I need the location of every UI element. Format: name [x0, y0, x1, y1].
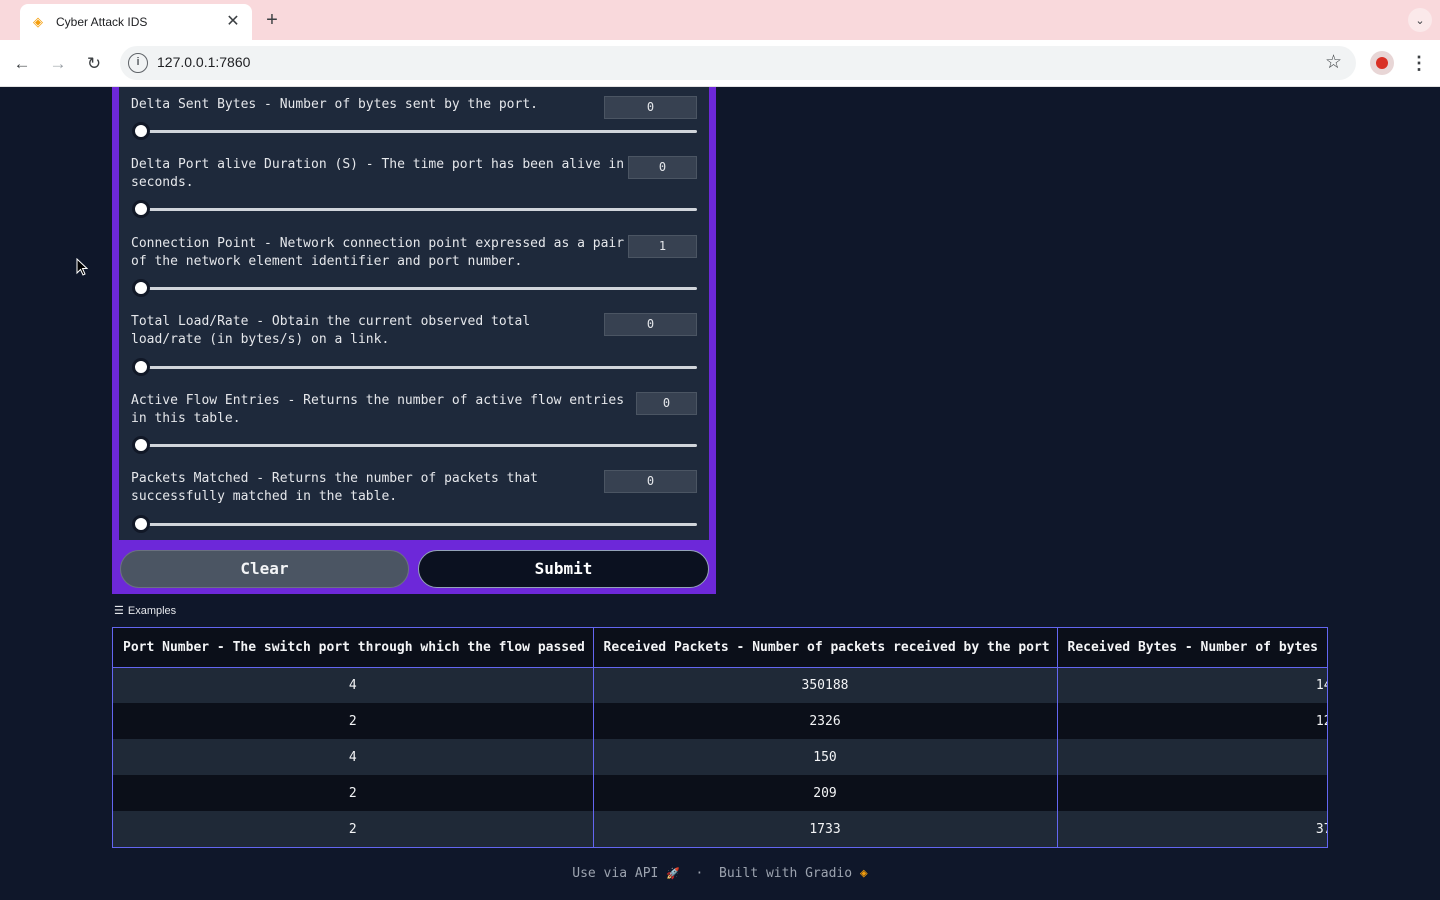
cell-received-packets[interactable]: 350188 — [593, 667, 1058, 703]
cell-port-number[interactable]: 2 — [113, 775, 594, 811]
delta-port-alive-duration-slider-track[interactable] — [141, 208, 697, 211]
cell-received-packets[interactable]: 150 — [593, 739, 1058, 775]
delta-sent-bytes-slider-track[interactable] — [141, 130, 697, 133]
cell-received-bytes[interactable]: 37865130 — [1057, 811, 1327, 847]
use-via-api-link[interactable]: Use via API — [572, 866, 658, 881]
cell-port-number[interactable]: 2 — [113, 811, 594, 847]
site-info-icon[interactable]: i — [128, 53, 148, 73]
footer-separator: · — [695, 866, 704, 881]
cell-received-packets[interactable]: 209 — [593, 775, 1058, 811]
built-with-gradio-link[interactable]: Built with Gradio — [719, 866, 852, 881]
footer: Use via API 🚀 · Built with Gradio ◈ — [0, 866, 1440, 881]
example-row[interactable]: 4 350188 14877116 — [113, 667, 1327, 703]
bookmark-star-icon[interactable]: ☆ — [1325, 51, 1342, 74]
delta-sent-bytes-slider-handle[interactable] — [132, 122, 150, 140]
example-row[interactable]: 2 209 20671 — [113, 775, 1327, 811]
browser-tab-strip: ◈ Cyber Attack IDS ✕ + ⌄ — [0, 0, 1440, 40]
column-header-received-packets: Received Packets - Number of packets rec… — [593, 628, 1058, 668]
cell-port-number[interactable]: 4 — [113, 667, 594, 703]
list-icon: ☰ — [114, 605, 124, 617]
url-text[interactable]: 127.0.0.1:7860 — [157, 54, 250, 70]
delta-sent-bytes-input[interactable]: 0 — [604, 96, 697, 119]
cell-received-bytes[interactable]: 19774 — [1057, 739, 1327, 775]
total-load-rate-slider-track[interactable] — [141, 366, 697, 369]
examples-header: ☰ Examples — [114, 604, 177, 618]
browser-tab[interactable]: ◈ Cyber Attack IDS ✕ — [20, 4, 252, 40]
mouse-cursor-icon — [76, 258, 88, 276]
connection-point-label: Connection Point - Network connection po… — [131, 236, 625, 269]
browser-menu-icon[interactable]: ⋮ — [1409, 51, 1429, 75]
tab-title: Cyber Attack IDS — [56, 15, 148, 29]
cell-received-bytes[interactable]: 20671 — [1057, 775, 1327, 811]
examples-label: Examples — [127, 604, 177, 617]
total-load-rate-slider-handle[interactable] — [132, 358, 150, 376]
example-row[interactable]: 2 1733 37865130 — [113, 811, 1327, 847]
column-header-port-number: Port Number - The switch port through wh… — [113, 628, 594, 668]
column-header-received-bytes: Received Bytes - Number of bytes receive… — [1057, 628, 1327, 668]
clear-button[interactable]: Clear — [120, 550, 409, 588]
forward-button[interactable]: → — [46, 52, 70, 76]
address-bar[interactable]: i 127.0.0.1:7860 ☆ — [120, 46, 1356, 80]
submit-button[interactable]: Submit — [418, 550, 709, 588]
delta-port-alive-duration-label: Delta Port alive Duration (S) - The time… — [131, 157, 625, 190]
reload-button[interactable]: ↻ — [82, 52, 106, 76]
packets-matched-input[interactable]: 0 — [604, 470, 697, 493]
example-row[interactable]: 4 150 19774 — [113, 739, 1327, 775]
active-flow-entries-slider-handle[interactable] — [132, 436, 150, 454]
cell-received-packets[interactable]: 1733 — [593, 811, 1058, 847]
delta-port-alive-duration-slider-handle[interactable] — [132, 200, 150, 218]
active-flow-entries-label: Active Flow Entries - Returns the number… — [131, 393, 625, 426]
cell-received-packets[interactable]: 2326 — [593, 703, 1058, 739]
gradio-logo-icon: ◈ — [859, 866, 868, 881]
cell-received-bytes[interactable]: 14877116 — [1057, 667, 1327, 703]
profile-avatar[interactable] — [1370, 51, 1394, 75]
cell-received-bytes[interactable]: 12856942 — [1057, 703, 1327, 739]
packets-matched-slider-track[interactable] — [141, 523, 697, 526]
close-tab-icon[interactable]: ✕ — [224, 13, 242, 31]
examples-table: Port Number - The switch port through wh… — [112, 627, 1328, 848]
new-tab-button[interactable]: + — [262, 9, 282, 31]
rocket-icon: 🚀 — [666, 867, 680, 880]
tab-search-icon[interactable]: ⌄ — [1408, 8, 1432, 32]
active-flow-entries-slider-track[interactable] — [141, 444, 697, 447]
delta-port-alive-duration-input[interactable]: 0 — [628, 156, 697, 179]
cell-port-number[interactable]: 4 — [113, 739, 594, 775]
total-load-rate-input[interactable]: 0 — [604, 313, 697, 336]
back-button[interactable]: ← — [10, 52, 34, 76]
connection-point-slider-handle[interactable] — [132, 279, 150, 297]
browser-toolbar: ← → ↻ i 127.0.0.1:7860 ☆ ⋮ — [0, 40, 1440, 87]
delta-sent-bytes-label: Delta Sent Bytes - Number of bytes sent … — [131, 97, 538, 112]
packets-matched-label: Packets Matched - Returns the number of … — [131, 471, 538, 504]
packets-matched-slider-handle[interactable] — [132, 515, 150, 533]
connection-point-input[interactable]: 1 — [628, 235, 697, 258]
total-load-rate-label: Total Load/Rate - Obtain the current obs… — [131, 314, 531, 347]
gradio-favicon-icon: ◈ — [33, 14, 43, 29]
example-row[interactable]: 2 2326 12856942 — [113, 703, 1327, 739]
active-flow-entries-input[interactable]: 0 — [636, 392, 697, 415]
cell-port-number[interactable]: 2 — [113, 703, 594, 739]
profile-icon — [1376, 57, 1388, 69]
connection-point-slider-track[interactable] — [141, 287, 697, 290]
examples-header-row: Port Number - The switch port through wh… — [113, 628, 1327, 668]
